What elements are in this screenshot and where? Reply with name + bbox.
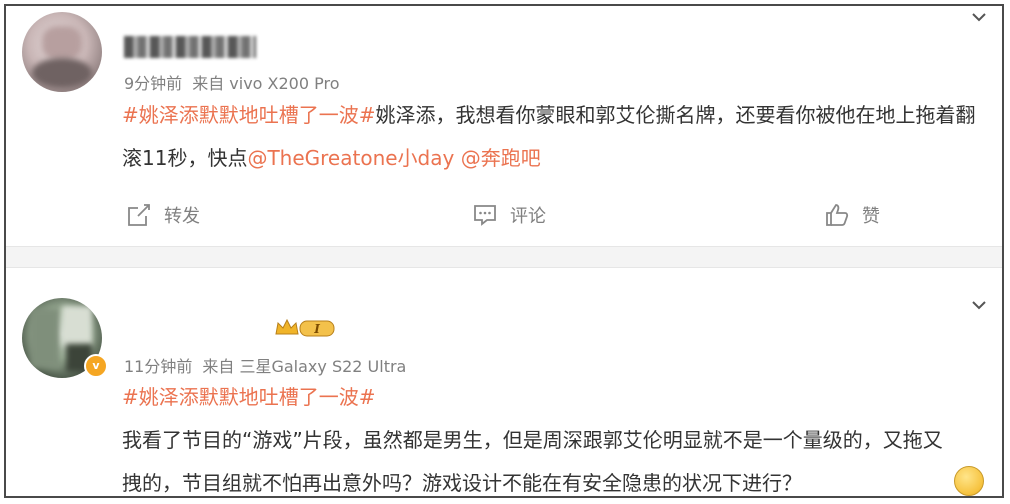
comment-button[interactable]: 评论 (472, 202, 546, 228)
like-label: 赞 (862, 206, 880, 227)
post-card: 9分钟前 来自 vivo X200 Pro #姚泽添默默地吐槽了一波#姚泽添，我想… (6, 6, 1002, 246)
mention-link[interactable]: @奔跑吧 (461, 146, 541, 170)
chevron-down-icon[interactable] (970, 8, 988, 26)
post-content: #姚泽添默默地吐槽了一波#姚泽添，我想看你蒙眼和郭艾伦撕名牌，还要看你被他在地上… (122, 94, 992, 180)
weibo-comment-feed: 9分钟前 来自 vivo X200 Pro #姚泽添默默地吐槽了一波#姚泽添，我想… (4, 4, 1004, 498)
post-actions: 转发 评论 赞 (6, 202, 1002, 232)
comment-icon (474, 205, 496, 226)
hashtag-link[interactable]: #姚泽添默默地吐槽了一波# (122, 376, 962, 419)
repost-button[interactable]: 转发 (126, 202, 200, 228)
emoji-icon (954, 466, 984, 496)
like-icon (826, 204, 849, 226)
post-text: 我看了节目的“游戏”片段，虽然都是男生，但是周深跟郭艾伦明显就不是一个量级的，又… (122, 428, 943, 495)
post-separator (6, 246, 1002, 268)
post-2-body: 11分钟前 来自 三星Galaxy S22 Ultra #姚泽添默默地吐槽了一波#… (6, 268, 1002, 496)
like-button[interactable]: 赞 (824, 202, 880, 228)
post-source: 来自 三星Galaxy S22 Ultra (202, 357, 407, 376)
post-content: #姚泽添默默地吐槽了一波# 我看了节目的“游戏”片段，虽然都是男生，但是周深跟郭… (122, 376, 962, 496)
avatar[interactable] (22, 12, 102, 92)
repost-icon (128, 204, 150, 226)
username-redacted[interactable] (124, 36, 256, 58)
post-time[interactable]: 9分钟前 (124, 74, 182, 93)
mention-link[interactable]: @TheGreatone小day (247, 146, 454, 170)
chevron-down-icon[interactable] (970, 296, 988, 314)
post-time[interactable]: 11分钟前 (124, 357, 192, 376)
post-source: 来自 vivo X200 Pro (192, 74, 340, 93)
post-meta: 11分钟前 来自 三星Galaxy S22 Ultra (124, 353, 406, 377)
hashtag-link[interactable]: #姚泽添默默地吐槽了一波# (122, 103, 376, 127)
repost-label: 转发 (164, 206, 200, 227)
comment-label: 评论 (510, 206, 546, 227)
post-meta: 9分钟前 来自 vivo X200 Pro (124, 70, 340, 94)
